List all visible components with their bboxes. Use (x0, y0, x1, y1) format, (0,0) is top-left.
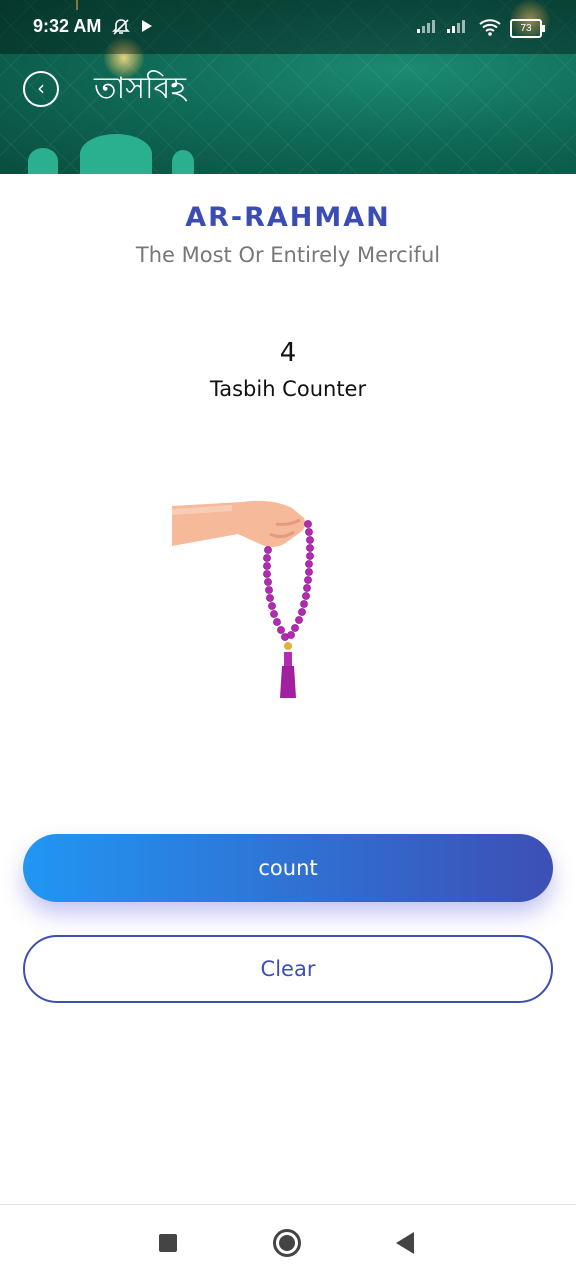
tasbih-hand-illustration (171, 494, 322, 704)
count-button[interactable]: count (23, 834, 553, 902)
chevron-left-icon: ‹ (37, 76, 45, 100)
wifi-icon (478, 18, 502, 40)
bell-off-icon (112, 18, 130, 40)
play-icon (140, 18, 154, 38)
status-time: 9:32 AM (33, 16, 102, 36)
tasbih-count-value: 4 (279, 338, 297, 368)
clear-button[interactable]: Clear (23, 935, 553, 1003)
header-banner: 9:32 AM 73 ‹ তাসবিহ (0, 0, 576, 174)
system-nav-bar (0, 1204, 576, 1281)
recent-apps-square-icon[interactable] (159, 1234, 177, 1252)
back-triangle-icon[interactable] (396, 1232, 414, 1254)
allah-name-meaning: The Most Or Entirely Merciful (135, 243, 441, 267)
page-title: তাসবিহ (94, 71, 187, 106)
mosque-dome (80, 134, 152, 174)
back-button[interactable]: ‹ (23, 71, 59, 107)
mosque-dome (28, 148, 58, 174)
signal-icon (446, 18, 468, 38)
allah-name-title: AR-RAHMAN (185, 202, 391, 233)
tasbih-counter-label: Tasbih Counter (209, 377, 367, 401)
home-circle-icon[interactable] (273, 1229, 301, 1257)
signal-icon (416, 18, 438, 38)
status-bar: 9:32 AM 73 (0, 0, 576, 54)
battery-indicator: 73 (510, 19, 545, 38)
mosque-dome (172, 150, 194, 174)
